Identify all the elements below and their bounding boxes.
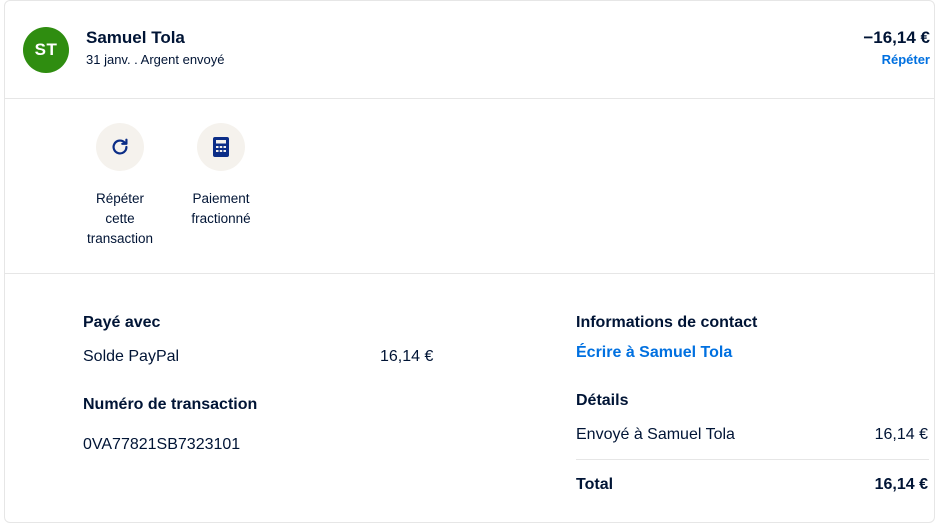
contact-info-title: Informations de contact	[576, 314, 758, 331]
repeat-transaction-label: Répéter cette transaction	[86, 191, 154, 246]
split-payment-label: Paiement fractionné	[191, 191, 251, 226]
sent-to-label: Envoyé à Samuel Tola	[576, 426, 735, 443]
transaction-id: 0VA77821SB7323101	[83, 436, 241, 453]
details-divider	[576, 459, 929, 460]
split-payment-button[interactable]: Paiement fractionné	[176, 123, 266, 229]
actions-section: Répéter cette transaction Paiement fract…	[5, 99, 934, 274]
refresh-icon	[96, 123, 144, 171]
repeat-link[interactable]: Répéter	[882, 52, 930, 67]
total-amount: 16,14 €	[874, 476, 928, 493]
transaction-card: ST Samuel Tola 31 janv. . Argent envoyé …	[4, 0, 935, 523]
avatar: ST	[23, 27, 69, 73]
total-label: Total	[576, 476, 614, 493]
write-to-contact-link[interactable]: Écrire à Samuel Tola	[576, 344, 732, 362]
transaction-date-type: 31 janv. . Argent envoyé	[86, 52, 225, 67]
payment-amount: 16,14 €	[380, 348, 434, 365]
payment-method: Solde PayPal	[83, 348, 180, 365]
transaction-header[interactable]: ST Samuel Tola 31 janv. . Argent envoyé …	[5, 1, 934, 99]
recipient-name: Samuel Tola	[86, 28, 185, 47]
sent-to-amount: 16,14 €	[874, 426, 928, 443]
transaction-number-title: Numéro de transaction	[83, 396, 258, 413]
paid-with-title: Payé avec	[83, 314, 161, 331]
transaction-amount: −16,14 €	[863, 28, 930, 47]
details-title: Détails	[576, 392, 629, 409]
repeat-transaction-button[interactable]: Répéter cette transaction	[75, 123, 165, 249]
calculator-icon	[197, 123, 245, 171]
